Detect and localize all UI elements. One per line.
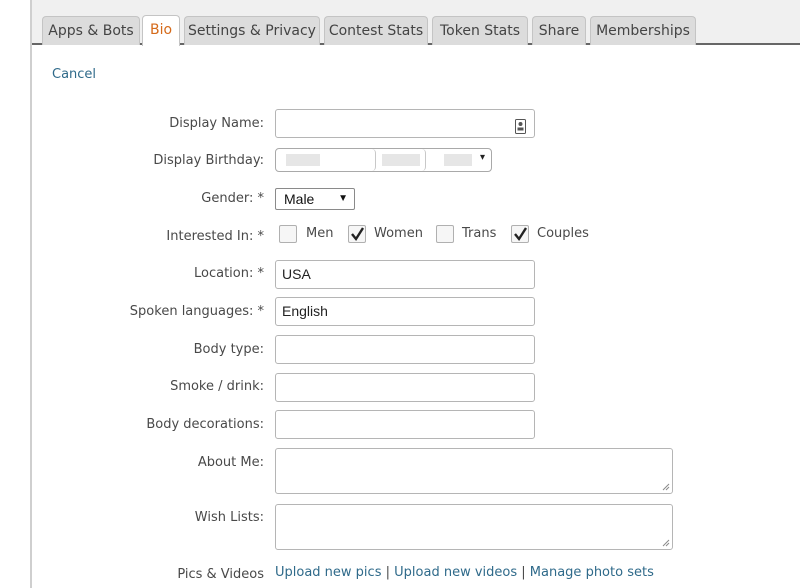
display-birthday-label: Display Birthday: xyxy=(153,153,264,168)
body-decorations-input[interactable] xyxy=(275,410,535,439)
spoken-languages-label: Spoken languages: * xyxy=(129,304,264,319)
tab-bar: Apps & Bots Bio Settings & Privacy Conte… xyxy=(32,0,800,46)
pics-videos-label: Pics & Videos xyxy=(177,567,264,582)
birthday-selects: ▾ xyxy=(275,148,492,172)
cancel-link[interactable]: Cancel xyxy=(52,67,96,82)
body-type-label: Body type: xyxy=(193,342,264,357)
checkmark-icon xyxy=(514,227,528,242)
display-name-input[interactable] xyxy=(275,109,535,138)
gender-value: Male xyxy=(284,191,315,207)
birthday-day-select[interactable] xyxy=(376,149,426,171)
body-decorations-label: Body decorations: xyxy=(146,417,264,432)
body-type-input[interactable] xyxy=(275,335,535,364)
link-separator: | xyxy=(521,565,526,580)
smoke-drink-input[interactable] xyxy=(275,373,535,402)
link-separator: | xyxy=(385,565,391,580)
interest-women-label: Women xyxy=(374,226,423,241)
interest-trans-label: Trans xyxy=(462,226,497,241)
location-label: Location: * xyxy=(194,266,264,281)
smoke-drink-label: Smoke / drink: xyxy=(170,379,264,394)
manage-photo-sets-link[interactable]: Manage photo sets xyxy=(530,565,654,580)
tab-contest-stats[interactable]: Contest Stats xyxy=(324,16,428,45)
birthday-month-select[interactable] xyxy=(276,149,376,171)
tab-settings-privacy[interactable]: Settings & Privacy xyxy=(184,16,320,45)
wish-lists-label: Wish Lists: xyxy=(194,510,264,525)
pics-videos-links: Upload new pics | Upload new videos | Ma… xyxy=(275,565,654,580)
birthday-year-select[interactable]: ▾ xyxy=(426,149,491,171)
tab-bio[interactable]: Bio xyxy=(142,15,180,46)
interest-trans-checkbox[interactable] xyxy=(436,225,454,243)
chevron-down-icon: ▼ xyxy=(338,193,348,204)
tab-token-stats[interactable]: Token Stats xyxy=(432,16,528,45)
tab-share[interactable]: Share xyxy=(532,16,586,45)
wish-lists-textarea[interactable] xyxy=(275,504,673,550)
location-input[interactable]: USA xyxy=(275,260,535,289)
gender-select[interactable]: Male ▼ xyxy=(275,188,355,210)
contact-card-icon[interactable] xyxy=(515,116,526,134)
upload-pics-link[interactable]: Upload new pics xyxy=(275,565,381,580)
resize-handle-icon[interactable] xyxy=(662,483,670,491)
interest-men-label: Men xyxy=(306,226,334,241)
profile-panel: Apps & Bots Bio Settings & Privacy Conte… xyxy=(30,0,800,588)
about-me-label: About Me: xyxy=(197,455,264,470)
spoken-languages-input[interactable]: English xyxy=(275,297,535,326)
checkmark-icon xyxy=(351,227,365,242)
interest-men-checkbox[interactable] xyxy=(279,225,297,243)
tab-memberships[interactable]: Memberships xyxy=(590,16,696,45)
resize-handle-icon[interactable] xyxy=(662,539,670,547)
interest-couples-checkbox[interactable] xyxy=(511,225,529,243)
about-me-textarea[interactable] xyxy=(275,448,673,494)
interest-women-checkbox[interactable] xyxy=(348,225,366,243)
interest-couples-label: Couples xyxy=(537,226,589,241)
tab-apps-bots[interactable]: Apps & Bots xyxy=(42,16,140,45)
upload-videos-link[interactable]: Upload new videos xyxy=(394,565,517,580)
gender-label: Gender: * xyxy=(201,191,264,206)
display-name-label: Display Name: xyxy=(169,116,264,131)
chevron-down-icon: ▾ xyxy=(479,152,485,163)
interested-in-label: Interested In: * xyxy=(166,229,264,244)
